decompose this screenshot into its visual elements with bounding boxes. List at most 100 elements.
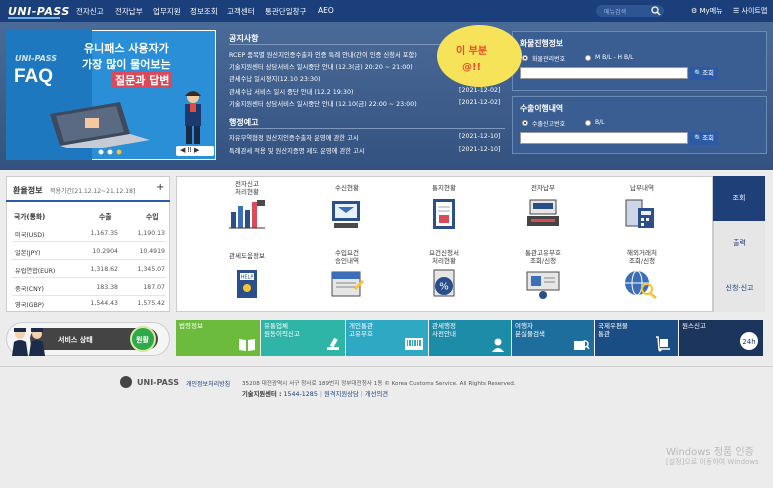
cargo-progress-title: 화물진행정보 (520, 39, 564, 48)
percent-doc-icon[interactable]: % (424, 268, 464, 300)
service-label[interactable]: 납부내역 (602, 184, 682, 192)
feedback-link[interactable]: 개선의견 (365, 391, 388, 398)
service-label[interactable]: 통지현황 (404, 184, 484, 192)
notice-title[interactable]: 공지사항 (229, 33, 258, 44)
globe-search-icon[interactable] (620, 268, 660, 300)
rate-export: 1,318.62 (90, 266, 118, 273)
export-history-title: 수출이행내역 (520, 104, 564, 113)
notice-date: [2021-12-02] (459, 99, 501, 106)
document-icon[interactable] (424, 198, 464, 230)
my-menu-link[interactable]: ⚙ My메뉴 (691, 6, 723, 16)
export-number-input[interactable] (520, 132, 688, 144)
tech-support-label: 기술지원센터 : (242, 391, 282, 398)
service-label[interactable]: 관세도움정보 (207, 252, 287, 260)
service-label[interactable]: 수입요건 승인내역 (307, 249, 387, 265)
exchange-rate-divider (6, 200, 170, 202)
rate-export: 1,544.43 (90, 300, 118, 307)
import-doc-icon[interactable] (326, 268, 366, 300)
export-search-button[interactable]: 🔍조회 (690, 132, 718, 145)
footer-contact: 기술지원센터 : 1544-1285 | 원격지원상담 | 개선의견 (242, 391, 389, 398)
exchange-rate-period: 적용기간[21.12.12~21.12.18] (50, 188, 136, 195)
mail-monitor-icon[interactable] (326, 198, 366, 230)
rate-export: 183.38 (96, 284, 118, 291)
faq-banner-title: FAQ (14, 66, 54, 87)
notice-item[interactable]: 기술지원센터 상담서비스 일시중단 안내 (12.10(금) 22:00 ~ 2… (229, 99, 459, 108)
service-status-value: 원활 (136, 336, 149, 344)
rate-header-import: 수입 (146, 213, 159, 221)
nav-item-aeo[interactable]: AEO (318, 6, 334, 15)
24h-service-icon: 24h (740, 332, 758, 350)
banner-controls-label[interactable]: ◀ II ▶ (180, 146, 199, 154)
my-menu-label: My메뉴 (699, 7, 723, 15)
export-radio-decl-number[interactable] (522, 120, 528, 126)
admin-notice-date: [2021-12-10] (459, 133, 501, 140)
rate-row-divider (12, 295, 166, 296)
export-radio-bl[interactable] (585, 120, 591, 126)
barcode-icon (405, 338, 423, 350)
rate-import: 1,190.13 (137, 230, 165, 237)
footer-divider (0, 366, 773, 367)
admin-notice-item[interactable]: 특례관세 적용 및 원산지증명 제도 운영에 관한 고시 (229, 146, 459, 155)
windows-activation-hint: [설정]으로 이동하여 Windows (666, 458, 759, 466)
annotation-text-2: @!! (462, 62, 482, 73)
laptop-illustration (50, 102, 150, 148)
service-label[interactable]: 전자신고 처리현황 (207, 180, 287, 196)
nav-item-single-window[interactable]: 통관단일창구 (265, 6, 306, 17)
exchange-rate-title: 환율정보 (13, 186, 43, 195)
cargo-radio-bl[interactable] (585, 55, 591, 61)
banner-pagination-dots[interactable] (98, 149, 128, 155)
book-icon (239, 339, 255, 351)
nav-item-e-declaration[interactable]: 전자신고 (76, 6, 104, 17)
service-label[interactable]: 요건신청서 처리현황 (404, 249, 484, 265)
privacy-policy-link[interactable]: 개인정보처리방침 (186, 379, 230, 388)
customs-officers-icon (12, 328, 45, 356)
payment-terminal-icon[interactable] (523, 198, 563, 230)
tab-inquiry[interactable]: 조회 (713, 176, 765, 221)
service-label[interactable]: 통관고유부호 조회/신청 (503, 249, 583, 265)
person-illustration (185, 91, 201, 144)
gear-icon: ⚙ (691, 7, 698, 15)
service-label[interactable]: 전자납부 (503, 184, 583, 192)
exchange-rate-more-button[interactable]: + (156, 182, 164, 193)
sitemap-label: 사이트맵 (741, 7, 768, 15)
bar-chart-icon[interactable] (227, 198, 267, 230)
nav-item-e-payment[interactable]: 전자납부 (115, 6, 143, 17)
sitemap-link[interactable]: ☰ 사이트맵 (733, 6, 767, 16)
rate-import: 187.07 (143, 284, 165, 291)
rate-country: 중국(CNY) (15, 286, 44, 293)
admin-notice-item[interactable]: 자유무역협정 원산지인증수출자 운영에 관한 고시 (229, 133, 459, 142)
service-label[interactable]: 해외거래처 조회/신청 (602, 249, 682, 265)
notice-item[interactable]: RCEP 품목별 원산지인증수출자 인증 특례 안내(간이 인증 신청서 포함) (229, 50, 459, 59)
cargo-number-input[interactable] (520, 67, 688, 79)
search-icon[interactable] (650, 5, 662, 17)
menu-search-placeholder: 메뉴검색 (604, 9, 627, 16)
rate-country: 미국(USD) (15, 232, 45, 239)
footer-address: 35208 대전광역시 서구 청사로 189번지 정부대전청사 1동 © Kor… (242, 381, 516, 387)
customs-emblem-icon (120, 376, 132, 388)
receipt-calculator-icon[interactable] (620, 198, 660, 230)
rate-country: 유럽연합(EUR) (15, 268, 56, 275)
rate-country: 영국(GBP) (15, 302, 44, 309)
notice-item[interactable]: 관세수납 일시정지(12.10 23:30) (229, 74, 459, 83)
id-board-icon[interactable] (523, 268, 563, 300)
remote-support-link[interactable]: 원격지원상담 (324, 391, 359, 398)
rate-export: 1,167.35 (90, 230, 118, 237)
svg-text:%: % (439, 282, 449, 293)
service-status-label: 서비스 상태 (58, 336, 93, 344)
help-book-icon[interactable]: HELP (227, 268, 267, 300)
cargo-radio-mgmt-number[interactable] (522, 55, 528, 61)
tab-print[interactable]: 출력 (713, 221, 765, 266)
notice-item[interactable]: 기술지원센터 상담서비스 일시중단 안내 (12.3(금) 20:20 ~ 21… (229, 62, 459, 71)
hand-truck-icon (656, 336, 670, 352)
faq-banner-headline-2: 가장 많이 물어보는 (82, 58, 171, 71)
nav-item-customer-center[interactable]: 고객센터 (227, 6, 255, 17)
admin-notice-title[interactable]: 행정예고 (229, 117, 258, 128)
notice-item[interactable]: 관세수납 서비스 일시 중단 안내 (12.2 19:30) (229, 87, 459, 96)
tab-apply[interactable]: 신청·신고 (713, 266, 765, 312)
nav-item-work-support[interactable]: 업무지원 (153, 6, 181, 17)
nav-item-info-inquiry[interactable]: 정보조회 (190, 6, 218, 17)
cargo-search-button[interactable]: 🔍조회 (690, 67, 718, 80)
admin-notice-date: [2021-12-10] (459, 146, 501, 153)
rate-row-divider (12, 277, 166, 278)
service-label[interactable]: 수신현황 (307, 184, 387, 192)
